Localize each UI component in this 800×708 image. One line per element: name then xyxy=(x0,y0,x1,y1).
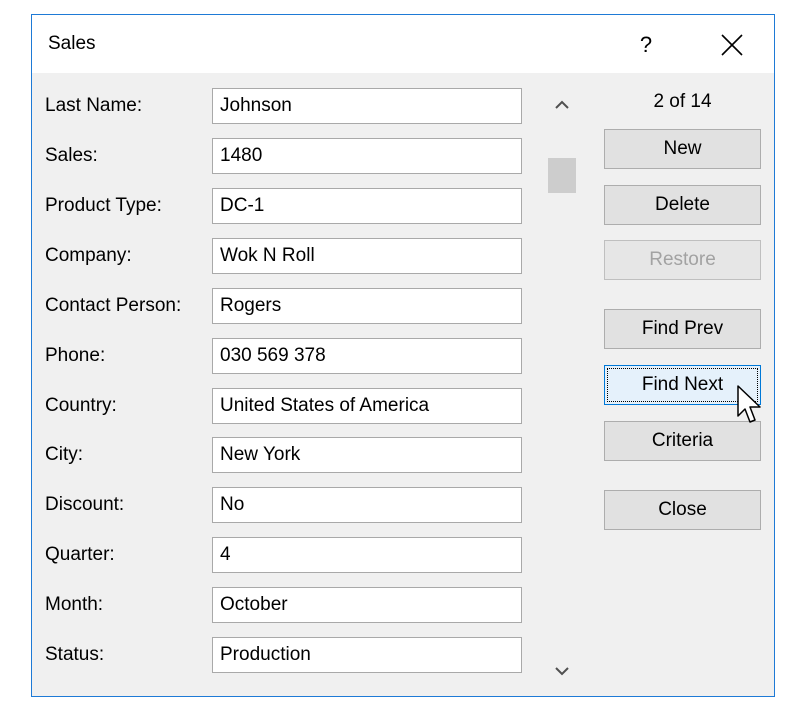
product-type-field[interactable] xyxy=(212,188,522,224)
label-quarter: Quarter: xyxy=(45,544,115,565)
status-field[interactable] xyxy=(212,637,522,673)
label-contact-person: Contact Person: xyxy=(45,295,182,316)
title-bar: Sales ? xyxy=(32,15,774,73)
label-sales: Sales: xyxy=(45,145,98,166)
sales-field[interactable] xyxy=(212,138,522,174)
chevron-down-icon[interactable] xyxy=(548,657,576,685)
label-discount: Discount: xyxy=(45,494,125,515)
label-country: Country: xyxy=(45,395,117,416)
dialog-title: Sales xyxy=(48,33,96,54)
help-button[interactable]: ? xyxy=(632,25,660,65)
find-next-button[interactable]: Find Next xyxy=(604,365,761,405)
month-field[interactable] xyxy=(212,587,522,623)
new-button[interactable]: New xyxy=(604,129,761,169)
chevron-up-icon[interactable] xyxy=(548,91,576,119)
restore-button[interactable]: Restore xyxy=(604,240,761,280)
company-field[interactable] xyxy=(212,238,522,274)
quarter-field[interactable] xyxy=(212,537,522,573)
contact-person-field[interactable] xyxy=(212,288,522,324)
sales-data-form-dialog: Sales ? Last Name: Sales: Product Type: … xyxy=(31,14,775,697)
label-month: Month: xyxy=(45,594,104,615)
delete-button[interactable]: Delete xyxy=(604,185,761,225)
focus-ring xyxy=(607,368,758,402)
label-city: City: xyxy=(45,444,83,465)
label-company: Company: xyxy=(45,245,132,266)
discount-field[interactable] xyxy=(212,487,522,523)
close-button[interactable]: Close xyxy=(604,490,761,530)
close-icon[interactable] xyxy=(714,27,750,63)
last-name-field[interactable] xyxy=(212,88,522,124)
label-status: Status: xyxy=(45,644,105,665)
country-field[interactable] xyxy=(212,388,522,424)
phone-field[interactable] xyxy=(212,338,522,374)
find-prev-button[interactable]: Find Prev xyxy=(604,309,761,349)
record-position: 2 of 14 xyxy=(653,91,712,112)
label-product-type: Product Type: xyxy=(45,195,162,216)
city-field[interactable] xyxy=(212,437,522,473)
criteria-button[interactable]: Criteria xyxy=(604,421,761,461)
label-phone: Phone: xyxy=(45,345,106,366)
label-last-name: Last Name: xyxy=(45,95,143,116)
scrollbar-thumb[interactable] xyxy=(548,158,576,193)
